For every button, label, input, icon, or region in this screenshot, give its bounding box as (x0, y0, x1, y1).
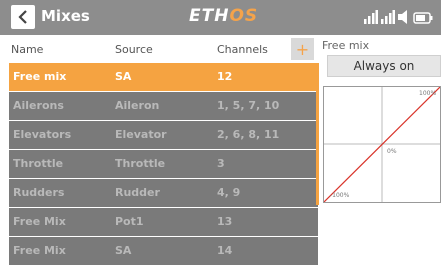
mix-curve-graph: 100% 0% -100% (323, 86, 441, 203)
mixes-table: Free mix SA 12 Ailerons Aileron 1, 5, 7,… (9, 63, 318, 266)
graph-label-max: 100% (419, 90, 437, 97)
active-condition-select[interactable]: Always on (327, 55, 441, 77)
graph-label-mid: 0% (387, 148, 397, 155)
table-row[interactable]: Free Mix Pot1 13 (9, 208, 318, 236)
page-title: Mixes (41, 7, 90, 25)
row-channels: 13 (217, 215, 233, 228)
table-row[interactable]: Rudders Rudder 4, 9 (9, 179, 318, 207)
row-source: Aileron (115, 99, 160, 112)
signal-bars-icon (381, 9, 395, 28)
signal-bars-icon (364, 9, 378, 28)
row-channels: 4, 9 (217, 186, 241, 199)
table-row[interactable]: Free Mix SA 14 (9, 237, 318, 265)
ethos-logo: ETHOS (189, 6, 259, 26)
row-name: Free mix (13, 70, 67, 83)
row-source: SA (115, 70, 132, 83)
row-name: Throttle (13, 157, 64, 170)
row-channels: 3 (217, 157, 225, 170)
add-mix-button[interactable]: + (291, 38, 314, 60)
row-source: SA (115, 244, 132, 257)
row-channels: 2, 6, 8, 11 (217, 128, 280, 141)
chevron-left-icon (17, 9, 29, 25)
table-row[interactable]: Throttle Throttle 3 (9, 150, 318, 178)
table-row[interactable]: Ailerons Aileron 1, 5, 7, 10 (9, 92, 318, 120)
status-icons (364, 9, 433, 28)
row-name: Elevators (13, 128, 72, 141)
top-bar: Mixes ETHOS (0, 0, 441, 35)
table-header: Name Source Channels (0, 35, 318, 63)
column-header-channels: Channels (217, 43, 268, 56)
scrollbar[interactable] (316, 63, 319, 205)
speaker-icon (398, 9, 410, 28)
table-row[interactable]: Free mix SA 12 (9, 63, 318, 91)
battery-icon (413, 9, 433, 28)
row-channels: 14 (217, 244, 233, 257)
column-header-name: Name (11, 43, 44, 56)
column-header-source: Source (115, 43, 153, 56)
row-name: Rudders (13, 186, 65, 199)
table-row[interactable]: Elevators Elevator 2, 6, 8, 11 (9, 121, 318, 149)
mix-preview-title: Free mix (322, 39, 370, 52)
back-button[interactable] (11, 5, 35, 29)
row-channels: 1, 5, 7, 10 (217, 99, 280, 112)
row-source: Pot1 (115, 215, 144, 228)
graph-label-min: -100% (330, 192, 350, 199)
row-source: Rudder (115, 186, 160, 199)
row-name: Free Mix (13, 215, 66, 228)
row-source: Elevator (115, 128, 167, 141)
row-channels: 12 (217, 70, 233, 83)
row-source: Throttle (115, 157, 166, 170)
row-name: Ailerons (13, 99, 64, 112)
plus-icon: + (295, 39, 310, 59)
row-name: Free Mix (13, 244, 66, 257)
